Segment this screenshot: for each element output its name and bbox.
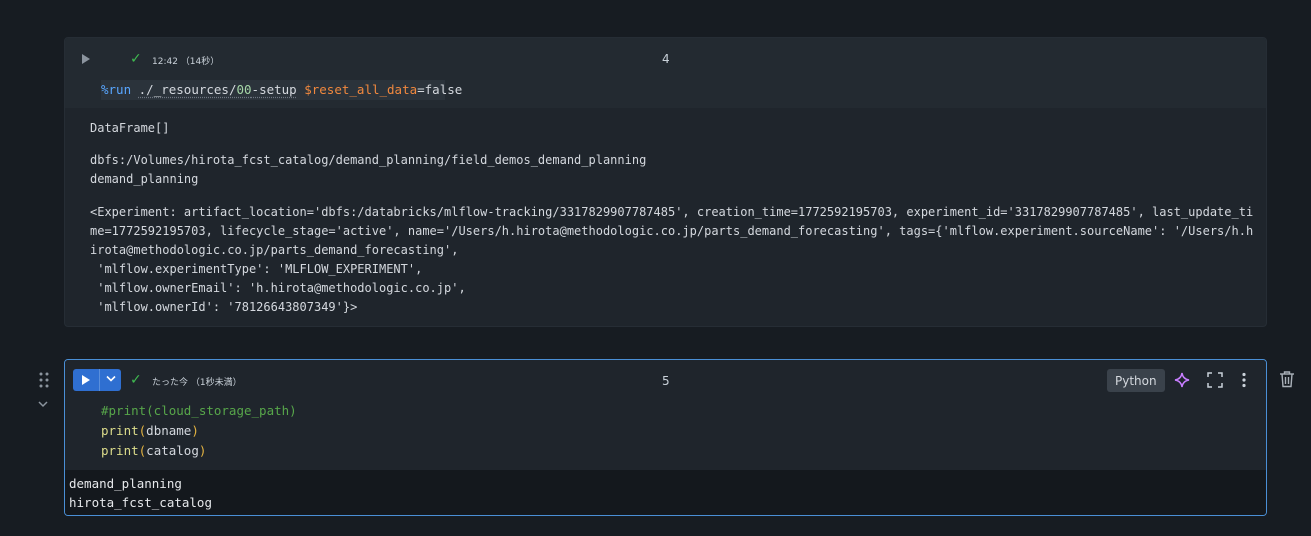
fullscreen-icon[interactable] (1207, 372, 1223, 392)
code-comment: #print(cloud_storage_path) (101, 403, 297, 418)
output-line: me=1772592195703, lifecycle_stage='activ… (90, 224, 1254, 238)
output-line: 'mlflow.ownerEmail': 'h.hirota@methodolo… (90, 281, 466, 295)
cell-5-code-line-3[interactable]: print(catalog) (101, 443, 206, 458)
drag-handle-icon[interactable] (39, 372, 49, 388)
output-line: <Experiment: artifact_location='dbfs:/da… (90, 205, 1254, 219)
cell-5-number: 5 (662, 374, 670, 388)
notebook-cell-4[interactable]: ✓ 12:42 （14秒） 4 %run ./_resources/00-set… (64, 37, 1267, 327)
code-argument: catalog (146, 443, 199, 458)
cell-5-code-line-1[interactable]: #print(cloud_storage_path) (101, 403, 297, 418)
code-function: print (101, 443, 139, 458)
output-line: dbfs:/Volumes/hirota_fcst_catalog/demand… (90, 153, 647, 167)
cell-5-status-time: たった今 （1秒未満） (152, 378, 242, 388)
cell-4-header: ✓ 12:42 （14秒） 4 %run ./_resources/00-set… (65, 38, 1266, 108)
code-paren-close: ) (191, 423, 199, 438)
cell-5-output: demand_planning hirota_fcst_catalog (65, 470, 1266, 515)
assistant-sparkle-icon[interactable] (1174, 372, 1190, 392)
run-path[interactable]: ./_resources/00-setup (139, 82, 297, 97)
cell-4-code-line[interactable]: %run ./_resources/00-setup $reset_all_da… (101, 82, 462, 97)
run-options-chevron-down-icon[interactable] (106, 375, 116, 385)
delete-cell-icon[interactable] (1279, 370, 1295, 392)
output-line: demand_planning (90, 172, 199, 186)
output-line: 'mlflow.experimentType': 'MLFLOW_EXPERIM… (90, 262, 423, 276)
cell-4-number: 4 (662, 52, 670, 66)
output-line: hirota_fcst_catalog (69, 495, 212, 510)
path-part-b: -setup (251, 82, 297, 97)
cell-4-status-time: 12:42 （14秒） (152, 57, 220, 67)
more-options-icon[interactable] (1241, 372, 1247, 392)
output-line: 'mlflow.ownerId': '78126643807349'}> (90, 300, 358, 314)
path-part-a: ./_resources/ (138, 82, 237, 97)
run-cell-icon[interactable] (82, 54, 90, 64)
path-part-num: 00 (236, 82, 252, 97)
run-cell-button[interactable] (73, 369, 121, 391)
cell-5-code-line-2[interactable]: print(dbname) (101, 423, 199, 438)
output-line: demand_planning (69, 476, 182, 491)
widget-value: =false (417, 82, 463, 97)
output-line: DataFrame[] (90, 121, 170, 135)
code-argument: dbname (146, 423, 192, 438)
magic-command: %run (101, 82, 132, 97)
code-paren-close: ) (198, 443, 207, 458)
run-button-divider (99, 369, 100, 391)
play-icon (82, 375, 90, 385)
language-selector[interactable]: Python (1107, 369, 1165, 392)
success-check-icon: ✓ (130, 51, 142, 67)
notebook-cell-5[interactable]: ✓ たった今 （1秒未満） 5 Python #print(cloud_stor… (64, 359, 1267, 516)
collapse-cell-icon[interactable] (38, 400, 48, 411)
success-check-icon: ✓ (130, 372, 142, 388)
widget-var: $reset_all_data (304, 82, 418, 97)
output-line: irota@methodologic.co.jp/parts_demand_fo… (90, 243, 459, 257)
code-function: print (101, 423, 139, 438)
cell-5-header: ✓ たった今 （1秒未満） 5 Python #print(cloud_stor… (65, 360, 1266, 470)
